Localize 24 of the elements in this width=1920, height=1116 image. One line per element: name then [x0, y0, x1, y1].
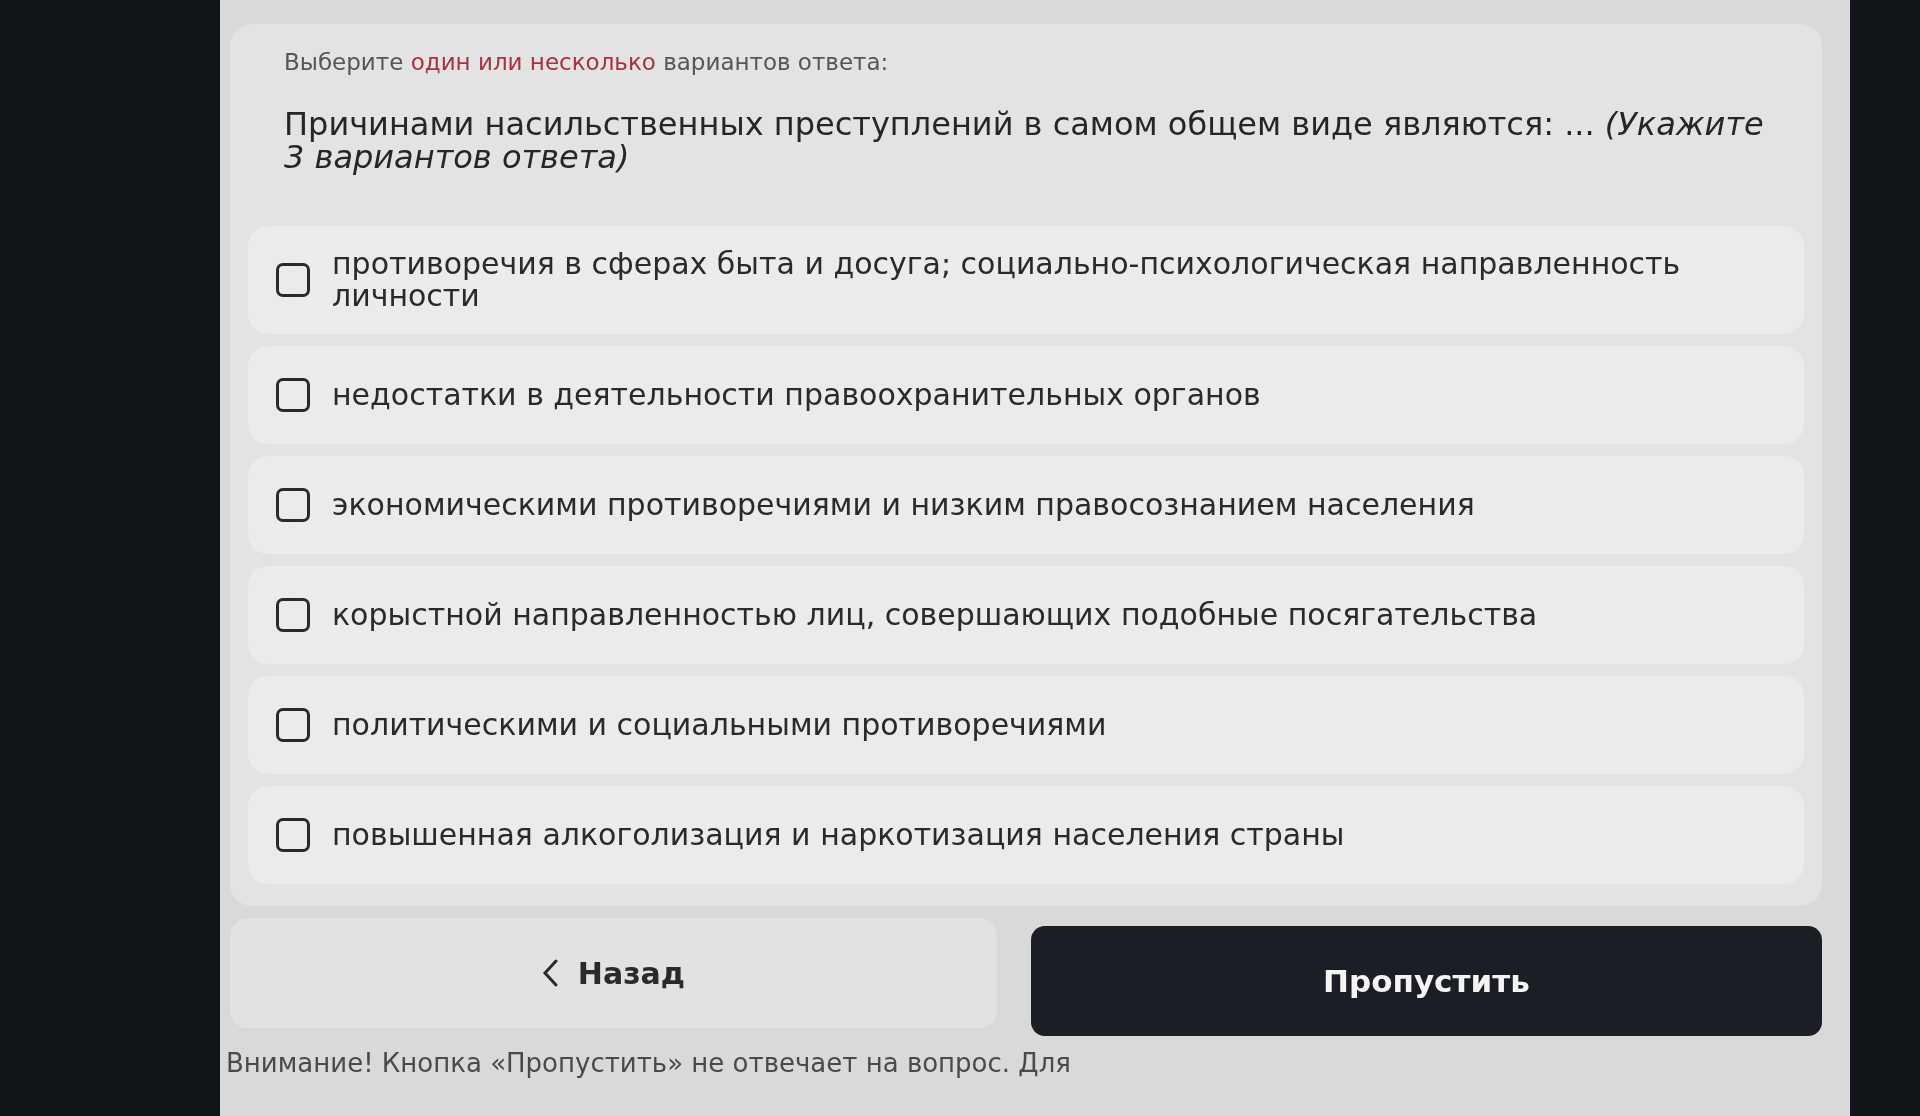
answer-option[interactable]: недостатки в деятельности правоохранительных органов: [248, 346, 1804, 444]
checkbox[interactable]: [276, 263, 310, 297]
checkbox[interactable]: [276, 818, 310, 852]
checkbox[interactable]: [276, 598, 310, 632]
chevron-left-icon: [541, 959, 558, 987]
notice-text: Внимание! Кнопка «Пропустить» не отвечает на вопрос. Для: [226, 1048, 1072, 1078]
checkbox[interactable]: [276, 708, 310, 742]
option-text: противоречия в сферах быта и досуга; социально-психологическая направленность личности: [332, 245, 1682, 315]
option-text: повышенная алкоголизация и наркотизация населения страны: [332, 816, 1345, 854]
answer-option[interactable]: повышенная алкоголизация и наркотизация населения страны: [248, 786, 1804, 884]
checkbox[interactable]: [276, 488, 310, 522]
option-text: политическими и социальными противоречиями: [332, 706, 1107, 744]
skip-button[interactable]: Пропустить: [1030, 926, 1822, 1036]
instruction-text: Выберите один или несколько вариантов ответа:: [284, 48, 890, 77]
option-text: корыстной направленностью лиц, совершающих подобные посягательства: [332, 596, 1538, 634]
answer-option[interactable]: политическими и социальными противоречиями: [248, 676, 1804, 774]
option-text: недостатки в деятельности правоохранительных органов: [332, 376, 1261, 414]
option-text: экономическими противоречиями и низким правосознанием населения: [332, 486, 1475, 524]
answer-option[interactable]: противоречия в сферах быта и досуга; социально-психологическая направленность личности: [248, 226, 1804, 334]
question-text: Причинами насильственных преступлений в самом общем виде являются: ... (Укажите 3 вариантов ответа): [284, 108, 1765, 174]
answer-option[interactable]: экономическими противоречиями и низким правосознанием населения: [248, 456, 1804, 554]
checkbox[interactable]: [276, 378, 310, 412]
answer-option[interactable]: корыстной направленностью лиц, совершающих подобные посягательства: [248, 566, 1804, 664]
back-button[interactable]: Назад: [230, 918, 997, 1028]
